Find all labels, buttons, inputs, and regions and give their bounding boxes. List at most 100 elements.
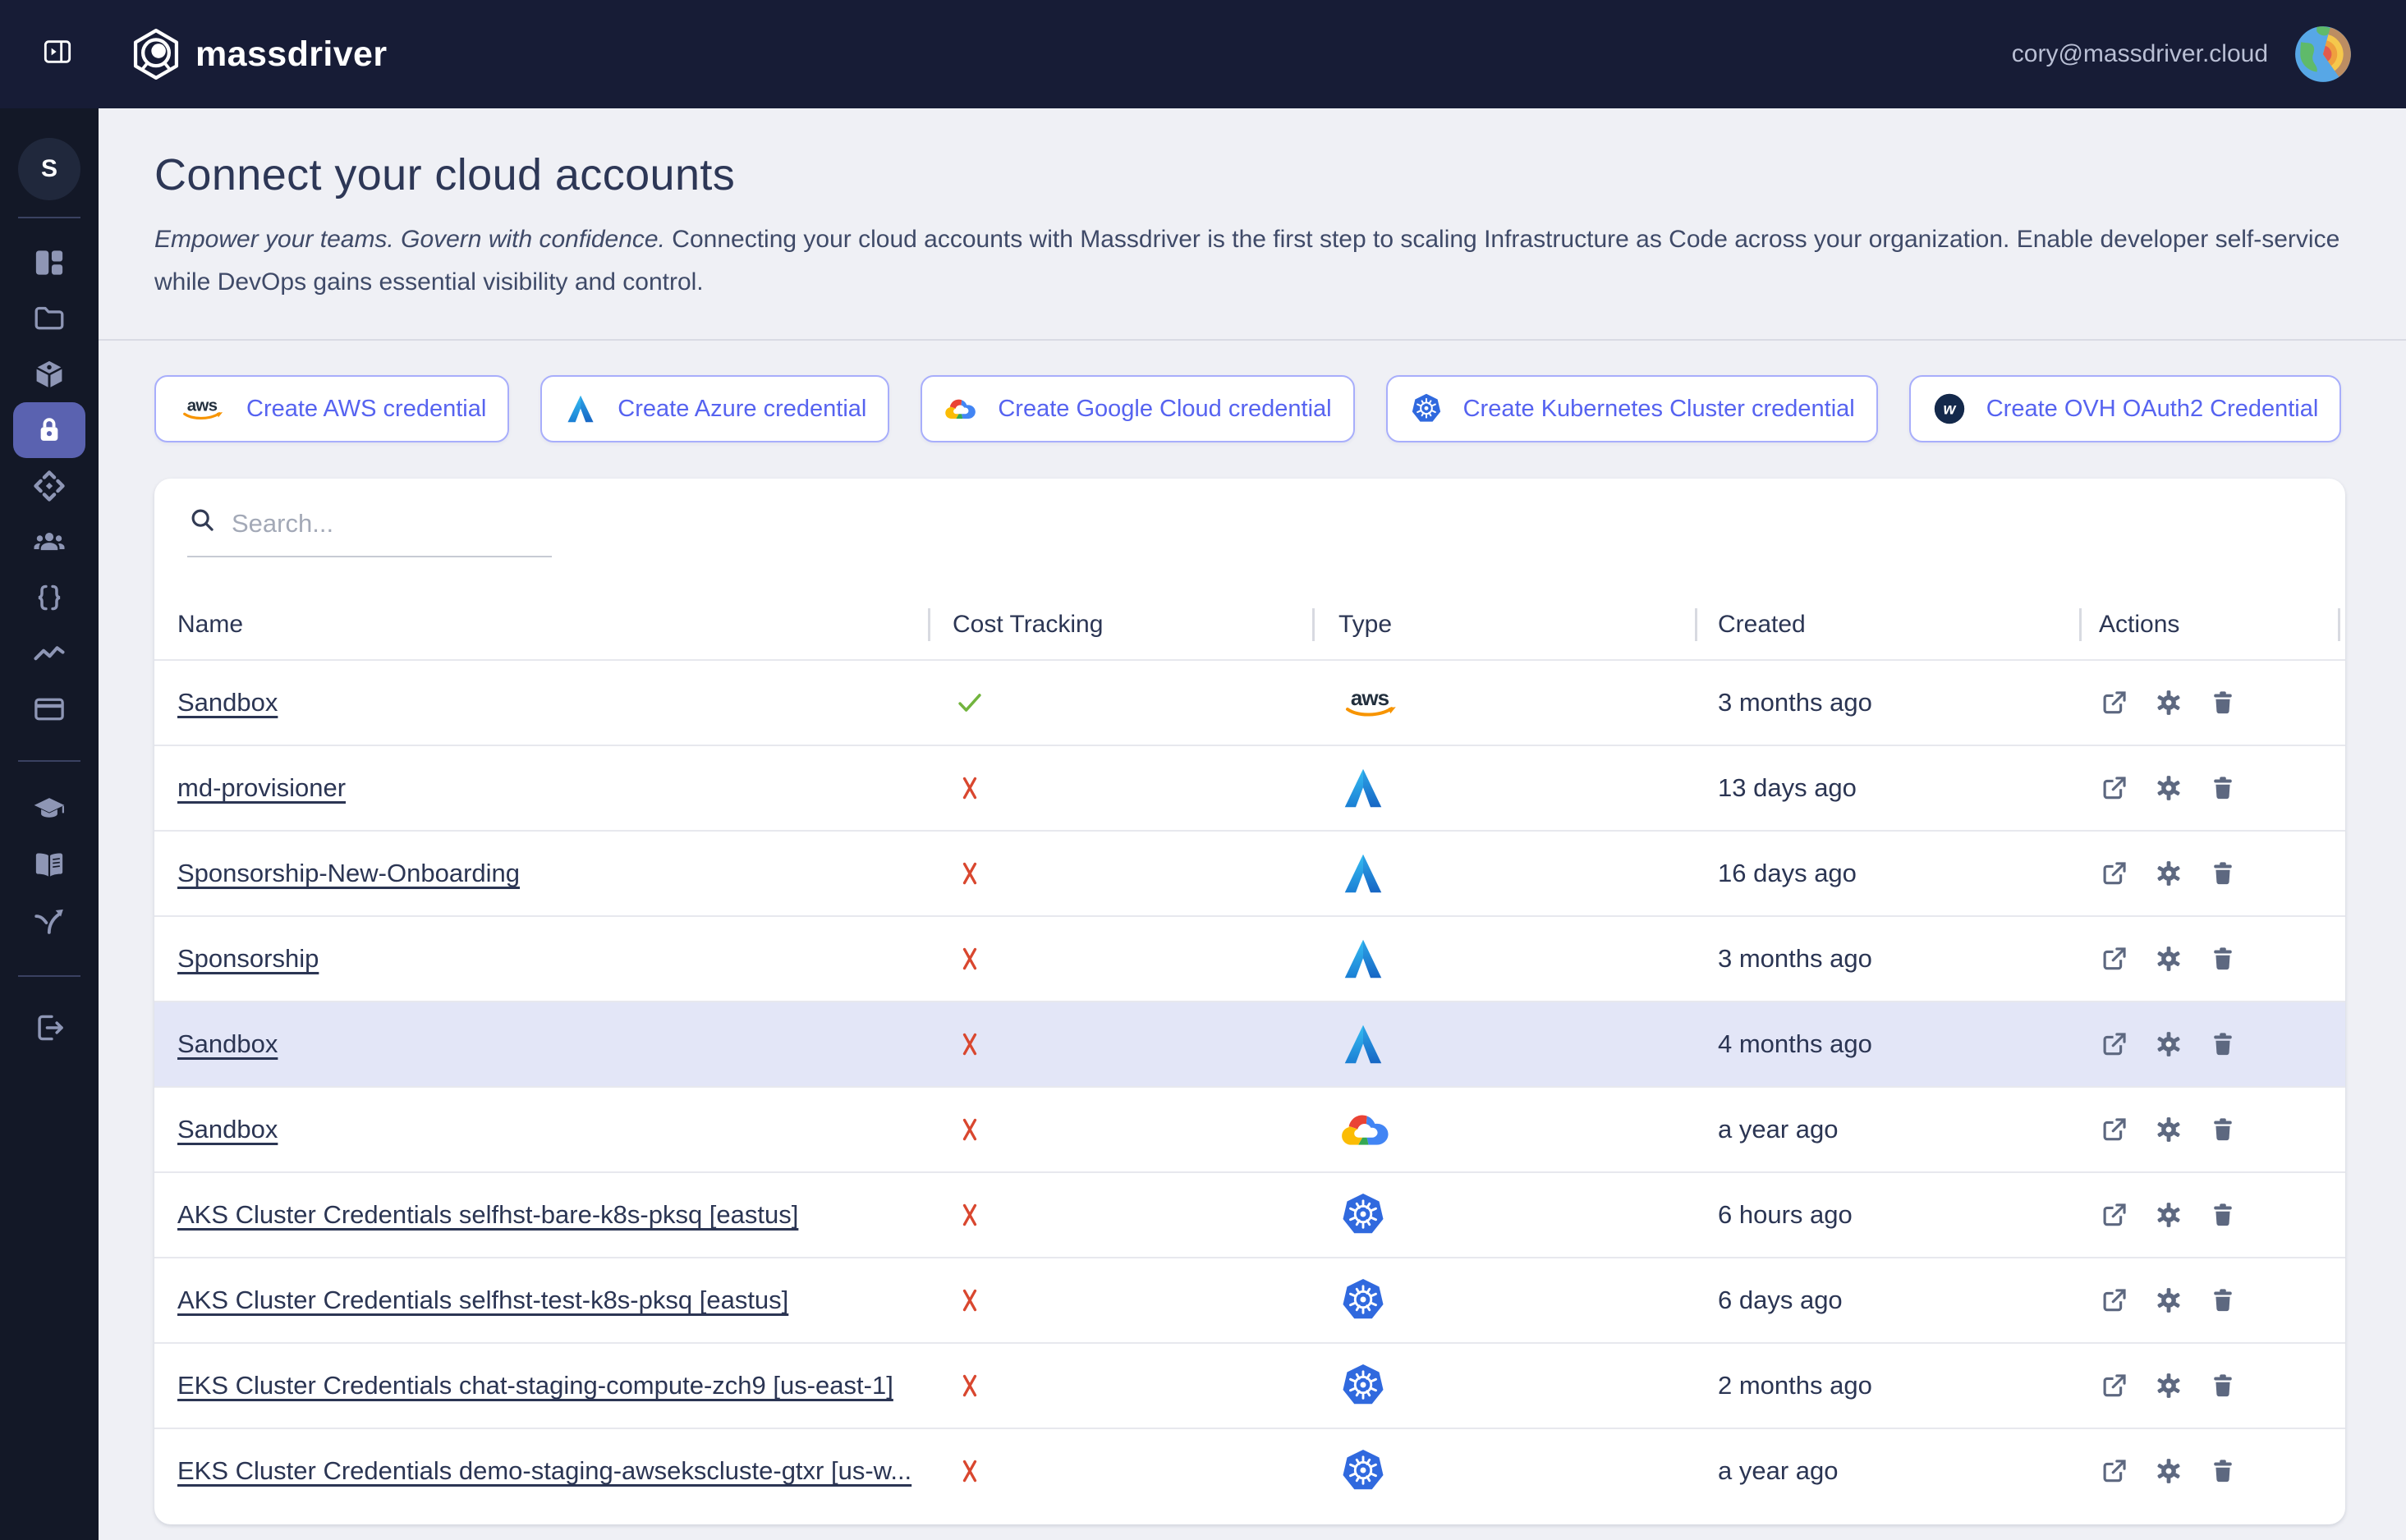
credential-name-link[interactable]: Sandbox	[177, 1115, 278, 1144]
credential-row: Sandboxa year ago	[154, 1086, 2345, 1171]
sidebar-nav-footer	[0, 1000, 99, 1056]
sidebar-item-folder[interactable]	[0, 291, 99, 346]
sidebar-item-code-braces[interactable]	[0, 570, 99, 626]
user-avatar[interactable]	[2293, 24, 2353, 85]
trash-button[interactable]	[2207, 1199, 2238, 1231]
settings-gear-button[interactable]	[2153, 687, 2184, 718]
create-ovh-credential-button[interactable]: wCreate OVH OAuth2 Credential	[1909, 375, 2342, 442]
open-in-new-button[interactable]	[2099, 943, 2130, 974]
sidebar-item-trend-line[interactable]	[0, 626, 99, 681]
svg-text:w: w	[1943, 401, 1956, 419]
credential-name-link[interactable]: AKS Cluster Credentials selfhst-test-k8s…	[177, 1286, 788, 1315]
credential-name-link[interactable]: EKS Cluster Credentials demo-staging-aws…	[177, 1456, 911, 1486]
workspace-avatar[interactable]: S	[18, 138, 80, 200]
open-in-new-button[interactable]	[2099, 1370, 2130, 1401]
sidebar-item-diamond-arrows[interactable]	[0, 458, 99, 514]
settings-gear-button[interactable]	[2153, 943, 2184, 974]
credential-name-link[interactable]: Sandbox	[177, 1029, 278, 1059]
settings-gear-button[interactable]	[2153, 1370, 2184, 1401]
sidebar-item-credit-card[interactable]	[0, 681, 99, 737]
credential-name-link[interactable]: Sponsorship	[177, 944, 319, 974]
sidebar-item-package-box[interactable]	[0, 346, 99, 402]
trash-button[interactable]	[2207, 1370, 2238, 1401]
created-time: 2 months ago	[1718, 1371, 1872, 1400]
sidebar-item-lock[interactable]	[13, 402, 85, 458]
trash-button[interactable]	[2207, 772, 2238, 804]
trash-button[interactable]	[2207, 687, 2238, 718]
settings-gear-button[interactable]	[2153, 1114, 2184, 1145]
trash-button[interactable]	[2207, 1455, 2238, 1487]
settings-gear-button[interactable]	[2153, 1455, 2184, 1487]
branch-arrow-icon	[31, 903, 67, 939]
table-header-row: NameCost TrackingTypeCreatedActions	[154, 590, 2345, 659]
cost-tracking-disabled-icon	[953, 1283, 987, 1318]
created-time: 16 days ago	[1718, 859, 1857, 888]
kubernetes-logo-icon	[1338, 1361, 1388, 1410]
credential-name-link[interactable]: EKS Cluster Credentials chat-staging-com…	[177, 1371, 893, 1400]
trend-line-icon	[31, 635, 67, 671]
open-in-new-button[interactable]	[2099, 1455, 2130, 1487]
column-header-type: Type	[1312, 590, 1695, 659]
graduation-cap-icon	[31, 791, 67, 827]
settings-gear-button[interactable]	[2153, 858, 2184, 889]
open-in-new-button[interactable]	[2099, 1199, 2130, 1231]
credential-row: Sandbox4 months ago	[154, 1001, 2345, 1086]
sidebar-item-people[interactable]	[0, 514, 99, 570]
trash-button[interactable]	[2207, 943, 2238, 974]
column-header-created: Created	[1695, 590, 2079, 659]
search-field	[187, 505, 552, 557]
create-gcp-credential-button[interactable]: Create Google Cloud credential	[921, 375, 1354, 442]
credential-name-link[interactable]: AKS Cluster Credentials selfhst-bare-k8s…	[177, 1200, 798, 1230]
open-in-new-button[interactable]	[2099, 858, 2130, 889]
massdriver-logo-icon	[128, 26, 184, 82]
credential-name-link[interactable]: md-provisioner	[177, 773, 346, 803]
create-credential-buttons: awsCreate AWS credential Create Azure cre…	[154, 375, 2347, 442]
trash-icon	[2207, 687, 2238, 718]
open-in-new-button[interactable]	[2099, 772, 2130, 804]
app-window: massdriver cory@massdriver.cloud S Conne…	[0, 0, 2406, 1540]
create-azure-credential-button[interactable]: Create Azure credential	[540, 375, 889, 442]
trash-button[interactable]	[2207, 858, 2238, 889]
kubernetes-logo-icon	[1338, 1190, 1388, 1240]
search-input[interactable]	[232, 509, 552, 539]
trash-button[interactable]	[2207, 1029, 2238, 1060]
settings-gear-icon	[2153, 772, 2184, 804]
sidebar-item-logout[interactable]	[0, 1000, 99, 1056]
trash-button[interactable]	[2207, 1114, 2238, 1145]
settings-gear-button[interactable]	[2153, 1029, 2184, 1060]
settings-gear-icon	[2153, 687, 2184, 718]
open-in-new-button[interactable]	[2099, 1285, 2130, 1316]
column-header-actions: Actions	[2079, 590, 2345, 659]
sidebar-item-open-book[interactable]	[0, 837, 99, 893]
azure-logo-icon	[1338, 763, 1388, 813]
credential-row: AKS Cluster Credentials selfhst-bare-k8s…	[154, 1171, 2345, 1257]
trash-button[interactable]	[2207, 1285, 2238, 1316]
created-time: 6 days ago	[1718, 1286, 1843, 1315]
topbar-right: cory@massdriver.cloud	[2012, 24, 2353, 85]
trash-icon	[2207, 1199, 2238, 1231]
open-in-new-button[interactable]	[2099, 1114, 2130, 1145]
credentials-card: NameCost TrackingTypeCreatedActions Sand…	[154, 479, 2345, 1524]
sidebar-item-branch-arrow[interactable]	[0, 893, 99, 949]
sidebar-nav-secondary	[0, 781, 99, 949]
page-subtitle: Empower your teams. Govern with confiden…	[154, 218, 2347, 303]
sidebar-item-grid[interactable]	[0, 235, 99, 291]
sidebar-item-graduation-cap[interactable]	[0, 781, 99, 837]
sidebar-toggle-icon	[41, 35, 74, 74]
brand-logo[interactable]: massdriver	[128, 26, 388, 82]
sidebar-toggle-button[interactable]	[28, 25, 87, 84]
settings-gear-icon	[2153, 858, 2184, 889]
kubernetes-logo-icon	[1338, 1276, 1388, 1325]
settings-gear-button[interactable]	[2153, 1285, 2184, 1316]
button-label: Create Kubernetes Cluster credential	[1463, 396, 1855, 423]
settings-gear-button[interactable]	[2153, 772, 2184, 804]
create-kubernetes-credential-button[interactable]: Create Kubernetes Cluster credential	[1386, 375, 1878, 442]
open-in-new-button[interactable]	[2099, 687, 2130, 718]
credential-name-link[interactable]: Sponsorship-New-Onboarding	[177, 859, 520, 888]
diamond-arrows-icon	[31, 468, 67, 504]
create-aws-credential-button[interactable]: awsCreate AWS credential	[154, 375, 509, 442]
credential-row: Sponsorship-New-Onboarding 16 days ago	[154, 830, 2345, 915]
credential-name-link[interactable]: Sandbox	[177, 688, 278, 717]
settings-gear-button[interactable]	[2153, 1199, 2184, 1231]
open-in-new-button[interactable]	[2099, 1029, 2130, 1060]
